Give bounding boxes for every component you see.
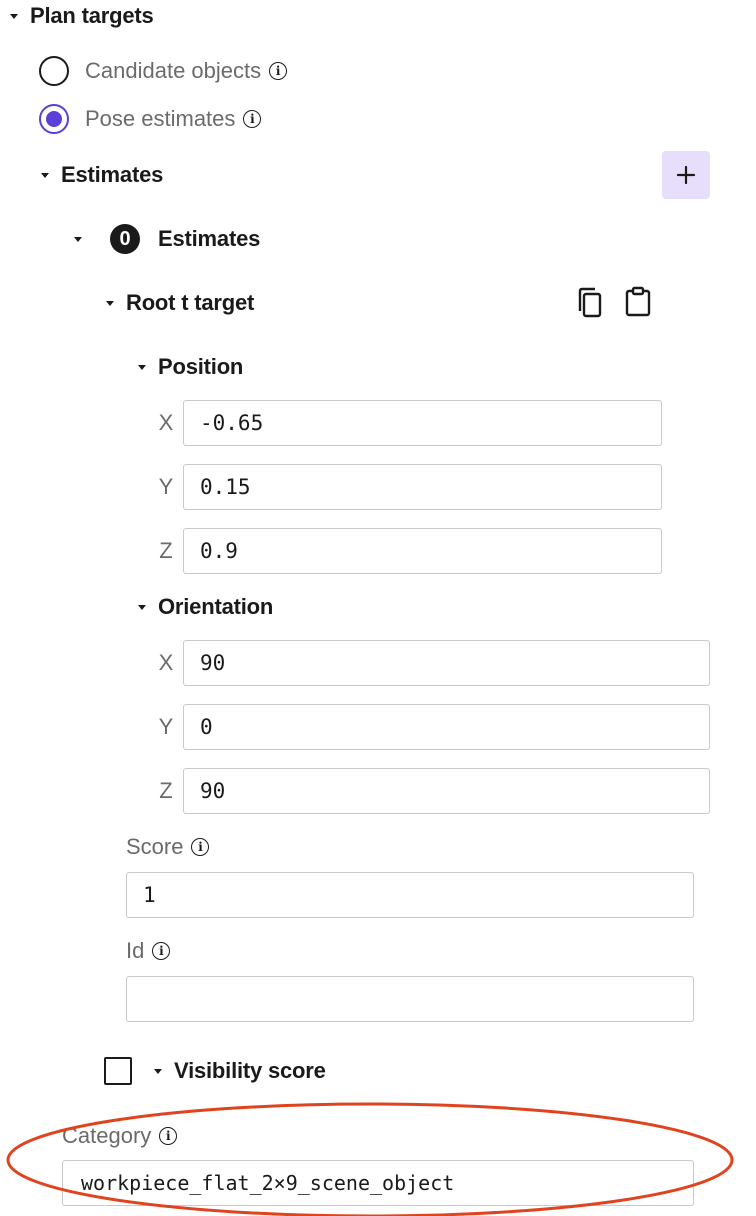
orientation-header[interactable]: Orientation: [134, 594, 274, 619]
radio-label: Pose estimates: [85, 106, 236, 131]
position-header[interactable]: Position: [134, 354, 244, 379]
category-label: Category: [62, 1123, 152, 1148]
copy-icon: [578, 287, 602, 318]
radio-candidate-objects[interactable]: Candidate objects i: [39, 56, 288, 86]
plan-targets-header[interactable]: Plan targets: [6, 3, 154, 28]
orientation-y-input[interactable]: [183, 704, 710, 750]
orientation-z-input[interactable]: [183, 768, 710, 814]
position-x-label: X: [158, 410, 174, 435]
estimate-item-header[interactable]: 0 Estimates: [70, 224, 260, 254]
chevron-down-icon: [6, 8, 22, 24]
radio-label: Candidate objects: [85, 58, 262, 83]
estimate-item-title: Estimates: [158, 226, 261, 251]
info-icon[interactable]: i: [243, 110, 262, 128]
visibility-score-header[interactable]: Visibility score: [150, 1058, 326, 1083]
chevron-down-icon: [70, 231, 86, 247]
orientation-y-label: Y: [158, 714, 174, 739]
copy-button[interactable]: [573, 286, 607, 320]
orientation-z-label: Z: [159, 778, 173, 803]
position-z-input[interactable]: [183, 528, 662, 574]
radio-pose-estimates[interactable]: Pose estimates i: [39, 104, 262, 134]
chevron-down-icon: [134, 599, 150, 615]
position-z-label: Z: [159, 538, 173, 563]
chevron-down-icon: [150, 1063, 166, 1079]
plus-icon: [676, 165, 696, 185]
orientation-x-label: X: [158, 650, 174, 675]
chevron-down-icon: [37, 167, 53, 183]
orientation-title: Orientation: [158, 594, 274, 619]
id-label: Id: [126, 938, 145, 963]
visibility-score-title: Visibility score: [174, 1058, 326, 1083]
radio-button[interactable]: [39, 56, 69, 86]
position-y-label: Y: [158, 474, 174, 499]
position-y-input[interactable]: [183, 464, 662, 510]
root-target-title: Root t target: [126, 290, 255, 315]
orientation-x-input[interactable]: [183, 640, 710, 686]
clipboard-icon: [625, 286, 651, 317]
position-x-input[interactable]: [183, 400, 662, 446]
chevron-down-icon: [134, 359, 150, 375]
root-target-header[interactable]: Root t target: [102, 290, 255, 315]
id-label-row: Id i: [126, 938, 171, 964]
position-title: Position: [158, 354, 244, 379]
chevron-down-icon: [102, 295, 118, 311]
category-input[interactable]: [62, 1160, 694, 1206]
score-input[interactable]: [126, 872, 694, 918]
plan-targets-title: Plan targets: [30, 3, 154, 28]
info-icon[interactable]: i: [191, 838, 210, 856]
category-label-row: Category i: [62, 1123, 178, 1149]
radio-button-selected[interactable]: [39, 104, 69, 134]
score-label: Score: [126, 834, 184, 859]
info-icon[interactable]: i: [269, 62, 288, 80]
paste-button[interactable]: [621, 284, 655, 318]
estimates-header[interactable]: Estimates: [37, 162, 164, 187]
add-estimate-button[interactable]: [662, 151, 710, 199]
id-input[interactable]: [126, 976, 694, 1022]
visibility-score-checkbox[interactable]: [104, 1057, 132, 1085]
info-icon[interactable]: i: [159, 1127, 178, 1145]
estimates-title: Estimates: [61, 162, 164, 187]
index-badge: 0: [110, 224, 140, 254]
info-icon[interactable]: i: [152, 942, 171, 960]
score-label-row: Score i: [126, 834, 210, 860]
